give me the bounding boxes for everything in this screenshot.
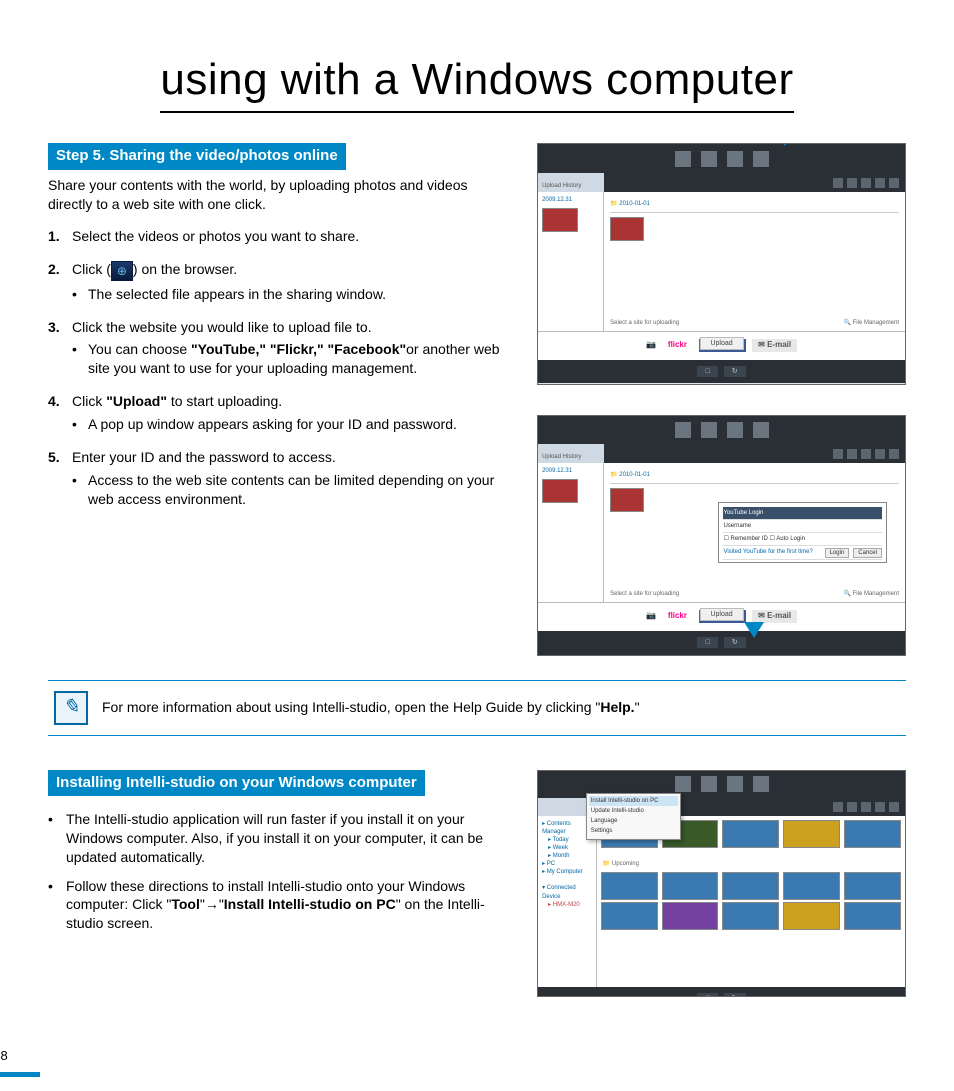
note-text-a: For more information about using Intelli… xyxy=(102,699,600,715)
upcoming-label: Upcoming xyxy=(612,861,639,867)
upload-button: Upload xyxy=(699,337,743,350)
popup-title: YouTube Login xyxy=(723,507,881,520)
screenshot-share-window: Upload History 2009.12.31 📁 2010-01-01 S… xyxy=(537,143,906,384)
login-popup: YouTube Login Username ☐ Remember ID ☐ A… xyxy=(718,502,886,563)
page-number: 128 xyxy=(0,1047,8,1065)
menu-update: Update Intelli-studio xyxy=(589,806,678,816)
step5-badge: Step 5. Sharing the video/photos online xyxy=(48,143,346,169)
tool-menu-overlay: Install Intelli-studio on PC Update Inte… xyxy=(586,793,681,839)
screenshot-install-menu: ▸ Contents Manager ▸ Today ▸ Week ▸ Mont… xyxy=(537,770,906,998)
step-2-pre: Click ( xyxy=(72,261,111,277)
page-title: using with a Windows computer xyxy=(160,50,793,113)
file-mgmt-label: File Management xyxy=(853,320,899,326)
note-text-c: " xyxy=(635,699,640,715)
install-bullet-1: The Intelli-studio application will run … xyxy=(48,810,515,867)
popup-login-btn: Login xyxy=(825,548,850,558)
note-icon: ✎ xyxy=(54,691,88,725)
select-site-label: Select a site for uploading xyxy=(610,319,679,327)
folder-date: 2010-01-01 xyxy=(619,201,650,207)
popup-cancel-btn: Cancel xyxy=(853,548,882,558)
step-1: Select the videos or photos you want to … xyxy=(48,227,515,246)
step-4: Click "Upload" to start uploading. A pop… xyxy=(48,392,515,434)
arrow-icon xyxy=(744,622,764,638)
step-3: Click the website you would like to uplo… xyxy=(48,318,515,379)
bottom-bar-btn: □ xyxy=(697,366,717,377)
menu-install-pc: Install Intelli-studio on PC xyxy=(589,796,678,806)
step-2: Click (⊕) on the browser. The selected f… xyxy=(48,260,515,303)
share-globe-icon: ⊕ xyxy=(111,261,133,281)
step5-intro: Share your contents with the world, by u… xyxy=(48,176,515,214)
site-flickr: flickr xyxy=(662,339,693,352)
toolbar-icon xyxy=(727,151,743,167)
popup-username: Username xyxy=(723,520,881,533)
content-thumbnail xyxy=(610,217,644,241)
sidebar-thumbnail xyxy=(542,208,578,232)
bottom-bar-btn: ↻ xyxy=(724,366,746,377)
step-2-sub: The selected file appears in the sharing… xyxy=(72,285,515,304)
note-text-b: Help. xyxy=(600,699,634,715)
step-4-post: to start uploading. xyxy=(167,393,282,409)
help-note: ✎ For more information about using Intel… xyxy=(48,680,906,736)
step-5-sub: Access to the web site contents can be l… xyxy=(72,471,515,509)
step-4-bold: "Upload" xyxy=(106,393,167,409)
menu-settings: Settings xyxy=(589,826,678,836)
install-bullet-2: Follow these directions to install Intel… xyxy=(48,877,515,934)
step-2-post: ) on the browser. xyxy=(133,261,237,277)
step-4-pre: Click xyxy=(72,393,106,409)
screenshot-login-popup: Upload History 2009.12.31 📁 2010-01-01 Y… xyxy=(537,415,906,656)
install-badge: Installing Intelli-studio on your Window… xyxy=(48,770,425,796)
step-4-sub: A pop up window appears asking for your … xyxy=(72,415,515,434)
install-bullets: The Intelli-studio application will run … xyxy=(48,810,515,933)
page-accent-bar xyxy=(0,1072,40,1077)
step-3-sub: You can choose "YouTube," "Flickr," "Fac… xyxy=(72,340,515,378)
step5-list: Select the videos or photos you want to … xyxy=(48,227,515,508)
toolbar-icon xyxy=(701,151,717,167)
toolbar-icon xyxy=(753,151,769,167)
arrow-icon xyxy=(775,143,795,146)
site-email: E-mail xyxy=(767,340,791,349)
step-1-text: Select the videos or photos you want to … xyxy=(72,228,359,244)
sidebar-header: Upload History xyxy=(538,173,604,192)
step-5-text: Enter your ID and the password to access… xyxy=(72,449,336,465)
step-3-text: Click the website you would like to uplo… xyxy=(72,319,372,335)
step-5: Enter your ID and the password to access… xyxy=(48,448,515,509)
sidebar-date: 2009.12.31 xyxy=(542,196,599,204)
toolbar-icon xyxy=(675,151,691,167)
menu-language: Language xyxy=(589,816,678,826)
